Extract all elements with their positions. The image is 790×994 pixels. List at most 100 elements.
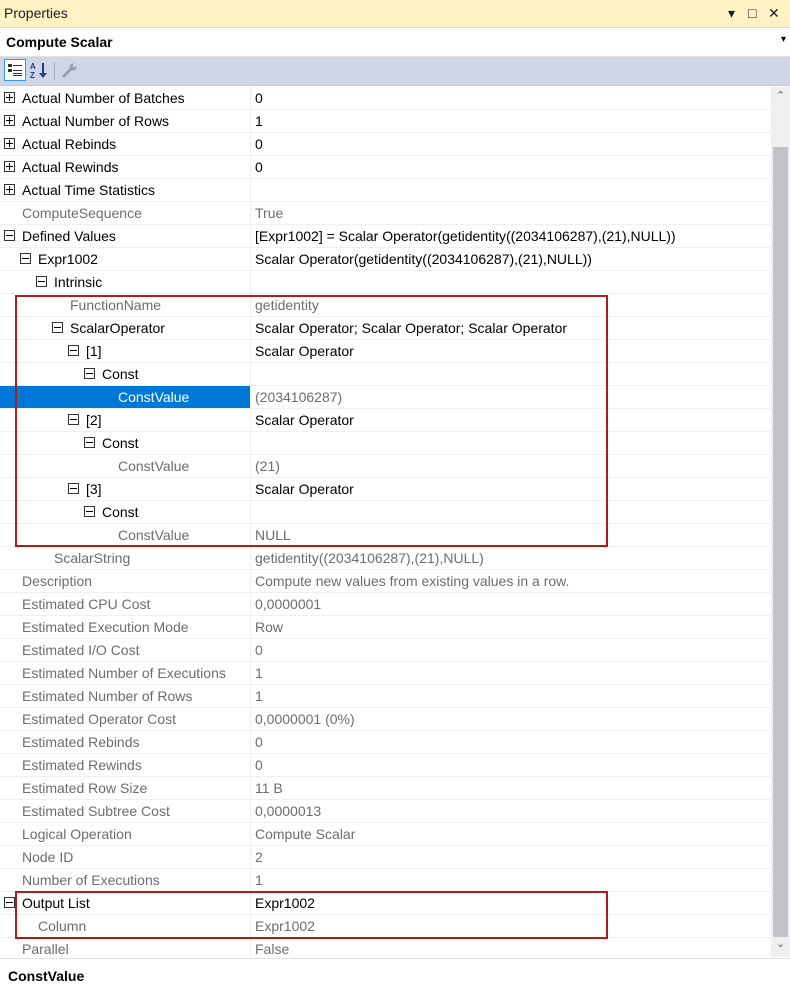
- property-row[interactable]: Estimated Operator Cost 0,0000001 (0%): [0, 708, 771, 731]
- property-row[interactable]: Estimated CPU Cost 0,0000001: [0, 593, 771, 616]
- property-name-cell[interactable]: Estimated Execution Mode: [0, 616, 250, 639]
- maximize-icon[interactable]: □: [748, 3, 756, 23]
- property-value-cell[interactable]: False: [250, 938, 771, 957]
- property-row[interactable]: Intrinsic: [0, 271, 771, 294]
- property-name-cell[interactable]: Estimated Operator Cost: [0, 708, 250, 731]
- property-value-cell[interactable]: 11 B: [250, 777, 771, 800]
- property-name-cell[interactable]: Actual Rebinds: [0, 133, 250, 156]
- property-name-cell[interactable]: Number of Executions: [0, 869, 250, 892]
- collapse-icon[interactable]: [4, 897, 15, 908]
- property-value-cell[interactable]: 1: [250, 662, 771, 685]
- expand-icon[interactable]: [4, 92, 15, 103]
- property-name-cell[interactable]: Estimated Rebinds: [0, 731, 250, 754]
- property-name-cell[interactable]: Defined Values: [0, 225, 250, 248]
- close-icon[interactable]: ✕: [768, 3, 780, 23]
- property-row[interactable]: Parallel False: [0, 938, 771, 957]
- property-value-cell[interactable]: [250, 179, 771, 202]
- property-name-cell[interactable]: Estimated I/O Cost: [0, 639, 250, 662]
- property-name-cell[interactable]: Intrinsic: [0, 271, 250, 294]
- property-value-cell[interactable]: 0: [250, 754, 771, 777]
- property-row[interactable]: Expr1002 Scalar Operator(getidentity((203…: [0, 248, 771, 271]
- scrollbar-thumb[interactable]: [773, 147, 788, 937]
- property-name-cell[interactable]: Estimated Rewinds: [0, 754, 250, 777]
- property-row[interactable]: Node ID 2: [0, 846, 771, 869]
- property-value-cell[interactable]: 0,0000013: [250, 800, 771, 823]
- property-row[interactable]: Estimated I/O Cost 0: [0, 639, 771, 662]
- object-selector[interactable]: Compute Scalar ▾: [0, 28, 790, 57]
- property-name-cell[interactable]: Actual Rewinds: [0, 156, 250, 179]
- property-value-cell[interactable]: [Expr1002] = Scalar Operator(getidentity…: [250, 225, 771, 248]
- categorized-icon[interactable]: [4, 59, 26, 81]
- property-value-cell[interactable]: getidentity((2034106287),(21),NULL): [250, 547, 771, 570]
- property-value-cell[interactable]: 0: [250, 731, 771, 754]
- property-row[interactable]: Actual Rebinds 0: [0, 133, 771, 156]
- properties-title-bar: Properties ▾ □ ✕: [0, 0, 790, 28]
- vertical-scrollbar[interactable]: ⌃ ⌄: [771, 87, 790, 957]
- property-name-cell[interactable]: Expr1002: [0, 248, 250, 271]
- property-row[interactable]: Estimated Row Size 11 B: [0, 777, 771, 800]
- property-grid[interactable]: Actual Number of Batches 0 Actual Number o…: [0, 87, 771, 957]
- property-value-cell[interactable]: True: [250, 202, 771, 225]
- property-name-cell[interactable]: Estimated Number of Rows: [0, 685, 250, 708]
- property-name: Estimated Subtree Cost: [22, 803, 170, 819]
- property-name-cell[interactable]: Estimated Subtree Cost: [0, 800, 250, 823]
- property-name-cell[interactable]: Estimated Row Size: [0, 777, 250, 800]
- scroll-down-icon[interactable]: ⌄: [771, 937, 790, 954]
- property-row[interactable]: Number of Executions 1: [0, 869, 771, 892]
- property-value-cell[interactable]: 0,0000001 (0%): [250, 708, 771, 731]
- property-value-cell[interactable]: Compute new values from existing values …: [250, 570, 771, 593]
- property-value-cell[interactable]: 0: [250, 133, 771, 156]
- property-value-cell[interactable]: 2: [250, 846, 771, 869]
- chevron-down-icon[interactable]: ▾: [781, 34, 786, 45]
- property-value-cell[interactable]: 1: [250, 869, 771, 892]
- property-name-cell[interactable]: Logical Operation: [0, 823, 250, 846]
- property-row[interactable]: Estimated Rewinds 0: [0, 754, 771, 777]
- property-value-cell[interactable]: 1: [250, 685, 771, 708]
- property-row[interactable]: Actual Number of Rows 1: [0, 110, 771, 133]
- property-value-cell[interactable]: [250, 271, 771, 294]
- property-row[interactable]: Actual Number of Batches 0: [0, 87, 771, 110]
- property-row[interactable]: Estimated Rebinds 0: [0, 731, 771, 754]
- property-name-cell[interactable]: Estimated CPU Cost: [0, 593, 250, 616]
- expand-icon[interactable]: [4, 138, 15, 149]
- property-value-cell[interactable]: Compute Scalar: [250, 823, 771, 846]
- property-name-cell[interactable]: Actual Number of Rows: [0, 110, 250, 133]
- property-row[interactable]: Estimated Subtree Cost 0,0000013: [0, 800, 771, 823]
- scroll-up-icon[interactable]: ⌃: [771, 89, 790, 106]
- property-name-cell[interactable]: Estimated Number of Executions: [0, 662, 250, 685]
- property-row[interactable]: Estimated Number of Rows 1: [0, 685, 771, 708]
- window-menu-dropdown-icon[interactable]: ▾: [728, 3, 735, 23]
- expand-icon[interactable]: [4, 184, 15, 195]
- collapse-icon[interactable]: [20, 253, 31, 264]
- property-value-cell[interactable]: Row: [250, 616, 771, 639]
- property-value-cell[interactable]: 1: [250, 110, 771, 133]
- expand-icon[interactable]: [4, 115, 15, 126]
- property-row[interactable]: Estimated Execution Mode Row: [0, 616, 771, 639]
- property-value-cell[interactable]: 0,0000001: [250, 593, 771, 616]
- property-name-cell[interactable]: ComputeSequence: [0, 202, 250, 225]
- property-row[interactable]: Actual Rewinds 0: [0, 156, 771, 179]
- property-name-cell[interactable]: Parallel: [0, 938, 250, 957]
- expand-icon[interactable]: [4, 161, 15, 172]
- property-row[interactable]: Description Compute new values from exist…: [0, 570, 771, 593]
- collapse-icon[interactable]: [36, 276, 47, 287]
- property-name-cell[interactable]: Actual Time Statistics: [0, 179, 250, 202]
- wrench-icon[interactable]: [59, 59, 81, 81]
- property-name-cell[interactable]: Description: [0, 570, 250, 593]
- collapse-icon[interactable]: [4, 230, 15, 241]
- property-row[interactable]: Actual Time Statistics: [0, 179, 771, 202]
- property-name-cell[interactable]: Node ID: [0, 846, 250, 869]
- alphabetical-icon[interactable]: AZ: [28, 59, 50, 81]
- property-name-cell[interactable]: Actual Number of Batches: [0, 87, 250, 110]
- property-row[interactable]: Estimated Number of Executions 1: [0, 662, 771, 685]
- property-row[interactable]: Logical Operation Compute Scalar: [0, 823, 771, 846]
- property-value: Compute new values from existing values …: [255, 573, 570, 589]
- property-name-cell[interactable]: ScalarString: [0, 547, 250, 570]
- property-row[interactable]: ComputeSequence True: [0, 202, 771, 225]
- property-value-cell[interactable]: 0: [250, 87, 771, 110]
- property-value-cell[interactable]: Scalar Operator(getidentity((2034106287)…: [250, 248, 771, 271]
- property-row[interactable]: Defined Values [Expr1002] = Scalar Operat…: [0, 225, 771, 248]
- property-value-cell[interactable]: 0: [250, 156, 771, 179]
- property-row[interactable]: ScalarString getidentity((2034106287),(21…: [0, 547, 771, 570]
- property-value-cell[interactable]: 0: [250, 639, 771, 662]
